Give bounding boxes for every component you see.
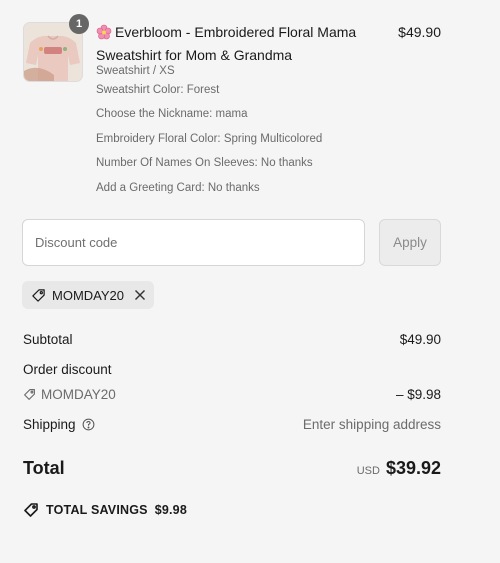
applied-discount-chip: MOMDAY20 <box>22 281 154 309</box>
total-value: USD $39.92 <box>357 458 441 479</box>
product-option: Sweatshirt Color: Forest <box>96 84 220 96</box>
shipping-label: Shipping <box>23 417 76 432</box>
close-icon[interactable] <box>134 289 146 301</box>
total-savings-value: $9.98 <box>154 503 187 517</box>
help-circle-icon[interactable] <box>82 418 95 431</box>
subtotal-value: $49.90 <box>399 332 441 347</box>
total-amount: $39.92 <box>385 458 441 478</box>
applied-discount-code: MOMDAY20 <box>52 287 124 303</box>
tag-icon <box>23 502 39 518</box>
product-option: Add a Greeting Card: No thanks <box>96 182 260 194</box>
order-discount-code: MOMDAY20 <box>23 387 116 402</box>
total-savings-label: TOTAL SAVINGS <box>46 503 148 517</box>
discount-code-field <box>22 219 365 266</box>
total-savings: TOTAL SAVINGS $9.98 <box>23 502 187 518</box>
product-title: Everbloom - Embroidered Floral Mama Swea… <box>96 22 376 65</box>
flower-icon <box>96 24 112 45</box>
order-discount-value: – $9.98 <box>395 387 441 402</box>
product-option: Embroidery Floral Color: Spring Multicol… <box>96 133 323 145</box>
shipping-row-label: Shipping <box>23 417 95 432</box>
order-discount-code-text: MOMDAY20 <box>41 387 116 402</box>
shipping-value: Enter shipping address <box>302 417 441 432</box>
product-title-text: Everbloom - Embroidered Floral Mama Swea… <box>96 24 357 63</box>
product-option: Number Of Names On Sleeves: No thanks <box>96 157 313 169</box>
total-label: Total <box>23 458 65 478</box>
tag-icon <box>31 288 46 303</box>
currency-code: USD <box>356 465 380 477</box>
product-option: Choose the Nickname: mama <box>96 108 248 120</box>
quantity-badge: 1 <box>69 14 89 34</box>
product-variant: Sweatshirt / XS <box>96 65 175 77</box>
tag-icon <box>23 388 36 401</box>
subtotal-label: Subtotal <box>23 332 73 347</box>
product-price: $49.90 <box>398 24 441 40</box>
apply-button[interactable]: Apply <box>379 219 441 266</box>
order-discount-label: Order discount <box>23 362 112 377</box>
discount-code-input[interactable] <box>23 220 364 265</box>
